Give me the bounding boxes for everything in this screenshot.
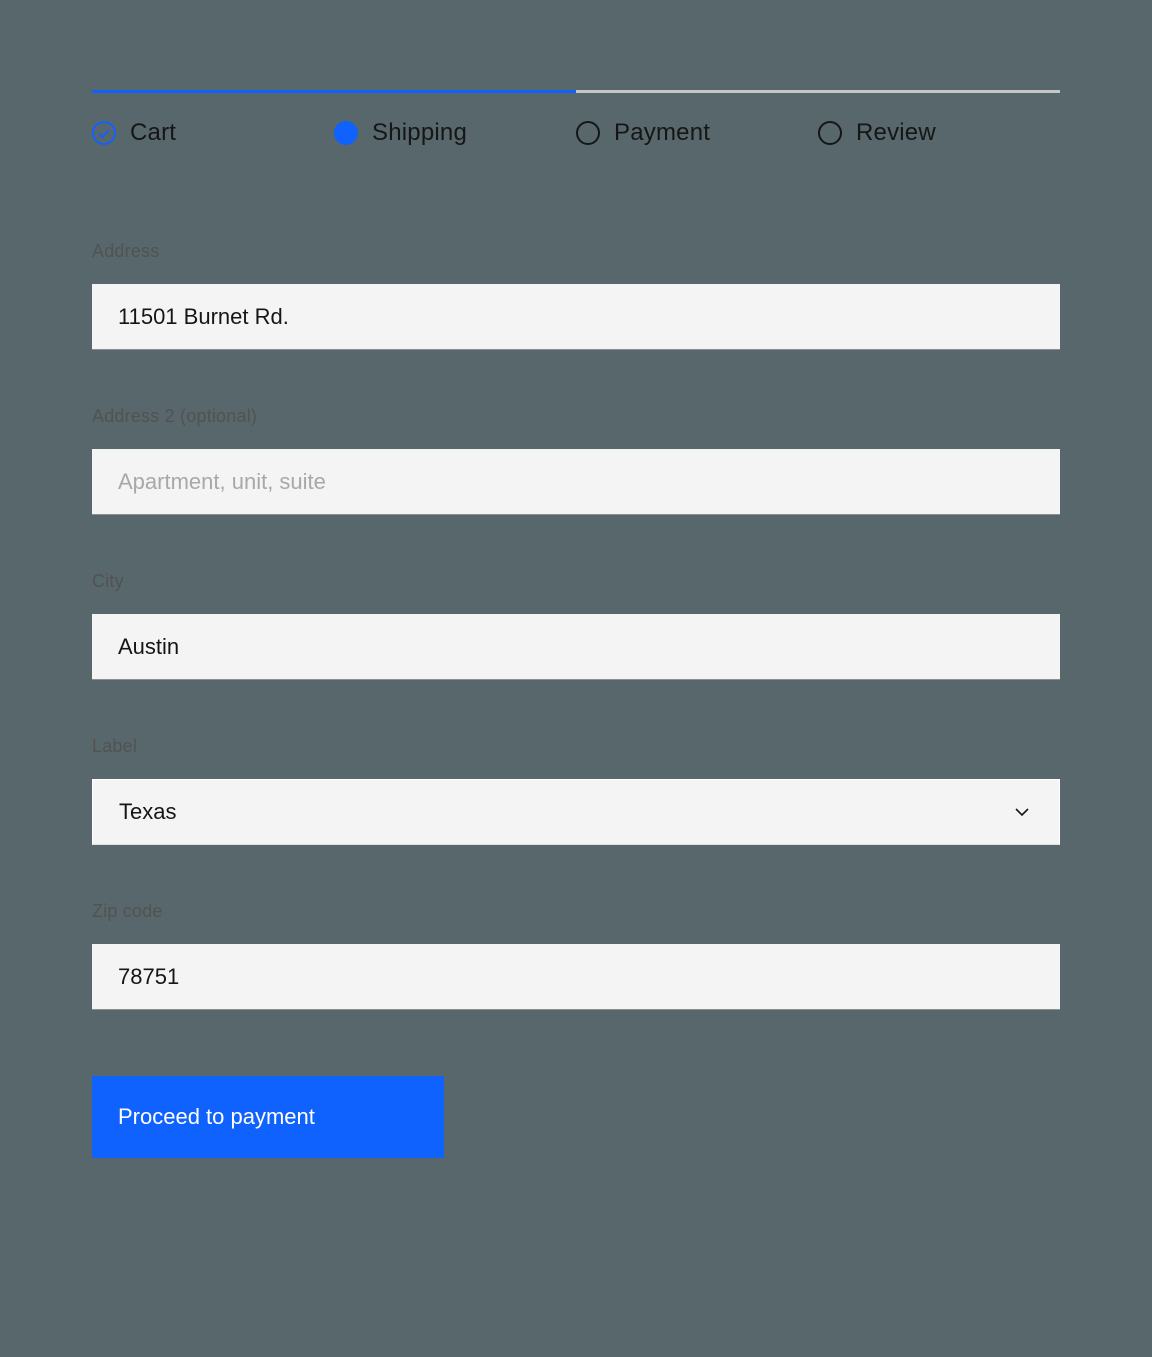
progress-track <box>92 90 1060 93</box>
address2-label: Address 2 (optional) <box>92 406 1060 427</box>
city-label: City <box>92 571 1060 592</box>
step-cart[interactable]: Cart <box>92 119 334 147</box>
step-label: Review <box>856 119 936 147</box>
state-label: Label <box>92 736 1060 757</box>
step-payment[interactable]: Payment <box>576 119 818 147</box>
step-review[interactable]: Review <box>818 119 1060 147</box>
state-select[interactable]: Texas <box>92 779 1060 845</box>
step-label: Cart <box>130 119 176 147</box>
address-label: Address <box>92 241 1060 262</box>
address2-input[interactable] <box>92 449 1060 515</box>
progress-steps: Cart Shipping Payment <box>92 119 1060 147</box>
shipping-form: Address Address 2 (optional) City Label … <box>92 241 1060 1158</box>
state-select-value: Texas <box>119 799 176 825</box>
progress-fill <box>92 90 576 93</box>
step-label: Payment <box>614 119 710 147</box>
zip-input[interactable] <box>92 944 1060 1010</box>
filled-circle-icon <box>334 121 358 145</box>
chevron-down-icon <box>1011 801 1033 823</box>
check-circle-icon <box>92 121 116 145</box>
step-shipping[interactable]: Shipping <box>334 119 576 147</box>
step-label: Shipping <box>372 119 467 147</box>
empty-circle-icon <box>576 121 600 145</box>
address-input[interactable] <box>92 284 1060 350</box>
proceed-button[interactable]: Proceed to payment <box>92 1076 444 1158</box>
city-input[interactable] <box>92 614 1060 680</box>
empty-circle-icon <box>818 121 842 145</box>
zip-label: Zip code <box>92 901 1060 922</box>
